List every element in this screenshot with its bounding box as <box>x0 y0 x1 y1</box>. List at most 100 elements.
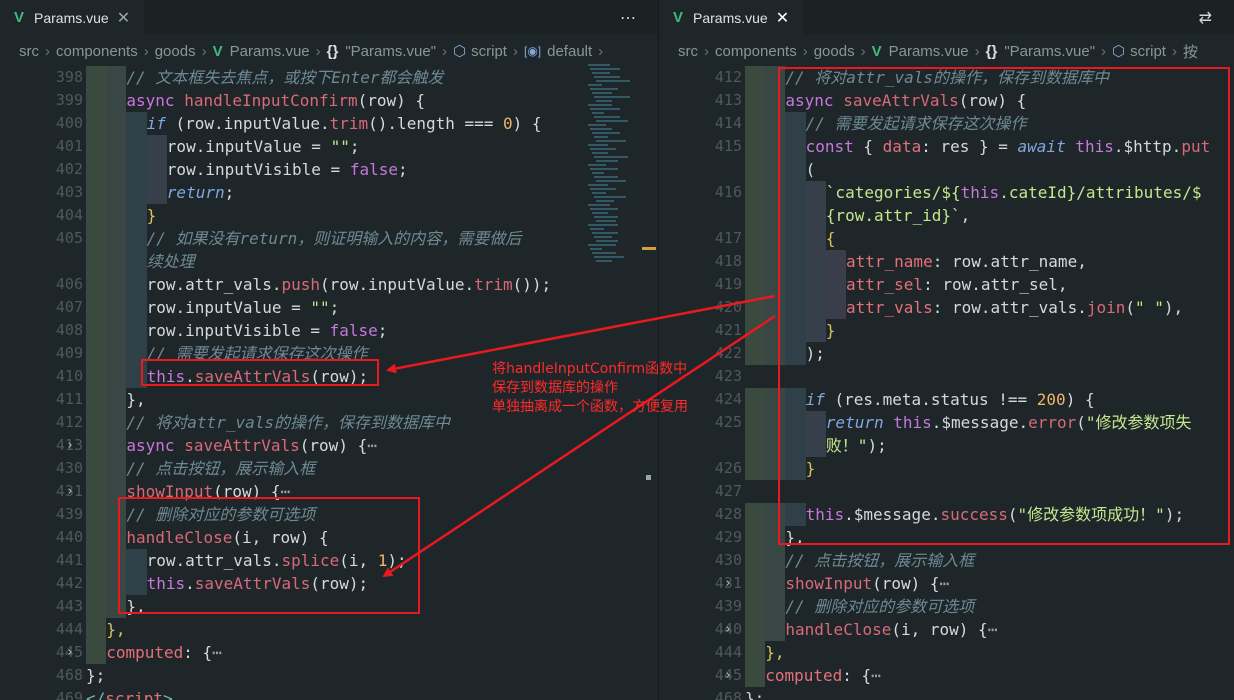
indent-guide <box>106 273 127 296</box>
more-actions-icon[interactable]: ⋯ <box>620 8 636 28</box>
code-line[interactable]: 430 // 点击按钮，展示输入框 <box>0 457 658 480</box>
code-line[interactable]: 430 // 点击按钮，展示输入框 <box>659 549 1234 572</box>
code-line[interactable]: 424 if (res.meta.status !== 200) { <box>659 388 1234 411</box>
code-line[interactable]: 421} <box>659 319 1234 342</box>
code-line[interactable]: 403 return; <box>0 181 658 204</box>
minimap-line <box>590 228 604 230</box>
code-line[interactable]: 398 // 文本框失去焦点，或按下Enter都会触发 <box>0 66 658 89</box>
code-line[interactable]: 408 row.inputVisible = false; <box>0 319 658 342</box>
code-line[interactable]: 444}, <box>659 641 1234 664</box>
tab-params-vue[interactable]: V Params.vue ✕ <box>659 0 804 35</box>
code-line[interactable]: 429}, <box>659 526 1234 549</box>
breadcrumb-variable[interactable]: default <box>547 43 592 60</box>
code-line[interactable]: 399 async handleInputConfirm(row) { <box>0 89 658 112</box>
close-icon[interactable]: ✕ <box>776 8 789 28</box>
line-number: 468 <box>714 689 742 700</box>
code-line[interactable]: 469 </script> <box>0 687 658 700</box>
code-line[interactable]: 428 this.$message.success("修改参数项成功！"); <box>659 503 1234 526</box>
code-line[interactable]: 412 // 将对attr_vals的操作，保存到数据库中 <box>659 66 1234 89</box>
breadcrumb-script[interactable]: script <box>471 43 507 60</box>
fold-chevron-icon[interactable]: › <box>724 618 732 641</box>
breadcrumb-file[interactable]: Params.vue <box>230 43 310 60</box>
breadcrumb-src[interactable]: src <box>19 43 39 60</box>
code-line[interactable]: 413 › async saveAttrVals(row) {⋯ <box>0 434 658 457</box>
line-number: 416 <box>714 183 742 201</box>
code-line[interactable]: 败！"); <box>659 434 1234 457</box>
breadcrumb-object[interactable]: "Params.vue" <box>1004 43 1095 60</box>
code-line[interactable]: 426} <box>659 457 1234 480</box>
code-line[interactable]: 439 // 删除对应的参数可选项 <box>659 595 1234 618</box>
code-line[interactable]: 413 async saveAttrVals(row) { <box>659 89 1234 112</box>
code-line[interactable]: 402 row.inputVisible = false; <box>0 158 658 181</box>
token-string: "" <box>310 298 330 317</box>
code-line[interactable]: 418 attr_name: row.attr_name, <box>659 250 1234 273</box>
code-line[interactable]: ( <box>659 158 1234 181</box>
code-line[interactable]: 407 row.inputValue = ""; <box>0 296 658 319</box>
token-property: attr_vals <box>846 298 933 317</box>
indent-guide <box>86 641 107 664</box>
breadcrumb-variable[interactable]: 按 <box>1183 41 1198 62</box>
code-line[interactable]: 468}; <box>0 664 658 687</box>
breadcrumb-src[interactable]: src <box>678 43 698 60</box>
code-line[interactable]: 续处理 <box>0 250 658 273</box>
breadcrumb-script[interactable]: script <box>1130 43 1166 60</box>
code-line[interactable]: 425 return this.$message.error("修改参数项失 <box>659 411 1234 434</box>
minimap-line <box>590 128 612 130</box>
breadcrumb-components[interactable]: components <box>715 43 797 60</box>
token-plain: ) { <box>512 114 542 133</box>
scrollbar[interactable] <box>646 475 651 480</box>
fold-chevron-icon[interactable]: › <box>724 664 732 687</box>
fold-chevron-icon[interactable]: › <box>66 641 74 664</box>
code-line[interactable]: 440 handleClose(i, row) { <box>0 526 658 549</box>
code-line[interactable]: 431 › showInput(row) {⋯ <box>659 572 1234 595</box>
fold-chevron-icon[interactable]: › <box>66 480 74 503</box>
compare-changes-icon[interactable]: ⇄ <box>1199 8 1212 28</box>
token-plain: }; <box>745 689 765 700</box>
code-line[interactable]: 417 { <box>659 227 1234 250</box>
code-line[interactable]: 468}; <box>659 687 1234 700</box>
minimap-line <box>588 144 608 146</box>
code-line[interactable]: 445 › computed: {⋯ <box>659 664 1234 687</box>
code-line[interactable]: 405 // 如果没有return，则证明输入的内容，需要做后 <box>0 227 658 250</box>
code-line[interactable]: 416 `categories/${this.cateId}/attributes… <box>659 181 1234 204</box>
token-string: " " <box>1135 298 1164 317</box>
code-text: this.saveAttrVals(row); <box>147 572 369 595</box>
code-line[interactable]: 439 // 删除对应的参数可选项 <box>0 503 658 526</box>
token-comment: // 删除对应的参数可选项 <box>126 505 316 524</box>
breadcrumb-goods[interactable]: goods <box>814 43 855 60</box>
indent-guide <box>86 158 107 181</box>
code-line[interactable]: 414 // 需要发起请求保存这次操作 <box>659 112 1234 135</box>
code-line[interactable]: 406 row.attr_vals.push(row.inputValue.tri… <box>0 273 658 296</box>
code-line[interactable]: 427 <box>659 480 1234 503</box>
indent-guide <box>86 365 107 388</box>
tab-params-vue[interactable]: V Params.vue ✕ <box>0 0 145 35</box>
indent-guide <box>805 273 826 296</box>
code-line[interactable]: 404} <box>0 204 658 227</box>
code-line[interactable]: 444}, <box>0 618 658 641</box>
breadcrumb-object[interactable]: "Params.vue" <box>345 43 436 60</box>
breadcrumb-components[interactable]: components <box>56 43 138 60</box>
code-line[interactable]: 419 attr_sel: row.attr_sel, <box>659 273 1234 296</box>
breadcrumb-goods[interactable]: goods <box>155 43 196 60</box>
code-line[interactable]: 441 row.attr_vals.splice(i, 1); <box>0 549 658 572</box>
code-editor[interactable]: 412 // 将对attr_vals的操作，保存到数据库中 413 async sav… <box>659 66 1234 700</box>
code-line[interactable]: {row.attr_id}`, <box>659 204 1234 227</box>
token-plain: ().length === <box>368 114 504 133</box>
code-line[interactable]: 443}, <box>0 595 658 618</box>
code-line[interactable]: 415 const { data: res } = await this.$htt… <box>659 135 1234 158</box>
code-line[interactable]: 400 if (row.inputValue.trim().length === … <box>0 112 658 135</box>
code-line[interactable]: 440 › handleClose(i, row) {⋯ <box>659 618 1234 641</box>
code-line[interactable]: 442 this.saveAttrVals(row); <box>0 572 658 595</box>
code-line[interactable]: 445 › computed: {⋯ <box>0 641 658 664</box>
fold-chevron-icon[interactable]: › <box>724 572 732 595</box>
code-line[interactable]: 422); <box>659 342 1234 365</box>
code-line[interactable]: 401 row.inputValue = ""; <box>0 135 658 158</box>
code-line[interactable]: 423 <box>659 365 1234 388</box>
minimap[interactable] <box>588 64 648 264</box>
close-icon[interactable]: ✕ <box>117 8 130 28</box>
fold-chevron-icon[interactable]: › <box>66 434 74 457</box>
code-line[interactable]: 431 › showInput(row) {⋯ <box>0 480 658 503</box>
breadcrumb-file[interactable]: Params.vue <box>889 43 969 60</box>
code-line[interactable]: 420 attr_vals: row.attr_vals.join(" "), <box>659 296 1234 319</box>
breadcrumb: src › components › goods › V Params.vue › {} "… <box>659 35 1234 67</box>
